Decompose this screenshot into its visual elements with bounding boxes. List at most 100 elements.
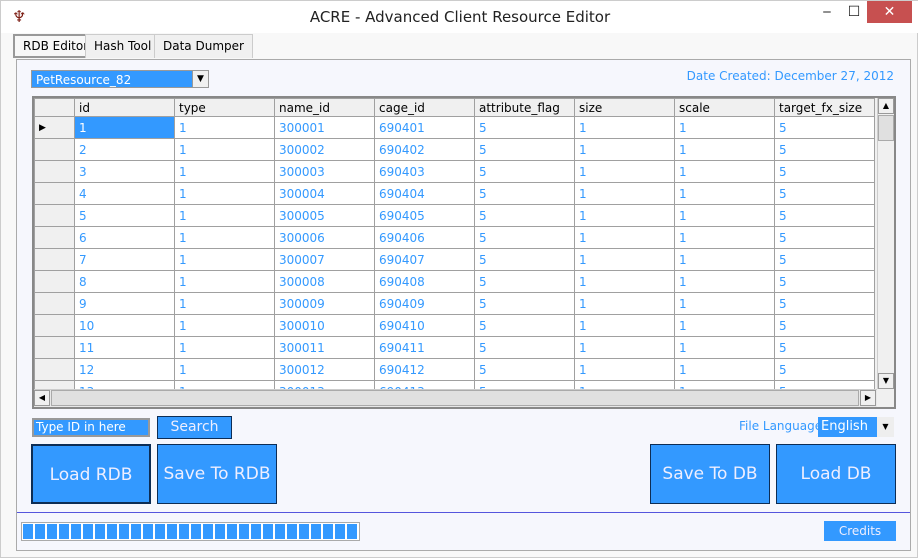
grid-cell[interactable]: 5	[474, 226, 575, 249]
save-to-rdb-button[interactable]: Save To RDB	[157, 444, 277, 504]
grid-cell[interactable]: 690408	[374, 270, 475, 293]
grid-cell[interactable]: 1	[174, 336, 275, 359]
row-header[interactable]	[34, 226, 75, 249]
grid-cell[interactable]: 690404	[374, 182, 475, 205]
grid-cell[interactable]: 1	[174, 226, 275, 249]
column-header-target-fx-size[interactable]: target_fx_size	[774, 98, 875, 117]
grid-cell[interactable]: 7	[74, 248, 175, 271]
table-row[interactable]: 2 1 300002 690402 5 1 1 5	[34, 138, 875, 161]
row-header[interactable]	[34, 314, 75, 337]
table-row[interactable]: 11 1 300011 690411 5 1 1 5	[34, 336, 875, 359]
grid-cell[interactable]: 2	[74, 138, 175, 161]
maximize-button[interactable]: ☐	[843, 1, 865, 23]
grid-cell[interactable]: 5	[774, 204, 875, 227]
grid-cell[interactable]: 690412	[374, 358, 475, 381]
column-header-type[interactable]: type	[174, 98, 275, 117]
table-row[interactable]: 3 1 300003 690403 5 1 1 5	[34, 160, 875, 183]
grid-cell[interactable]: 300002	[274, 138, 375, 161]
grid-cell[interactable]: 5	[474, 270, 575, 293]
row-header[interactable]	[34, 138, 75, 161]
grid-cell[interactable]: 690403	[374, 160, 475, 183]
scroll-up-icon[interactable]: ▲	[878, 98, 894, 114]
grid-cell[interactable]: 6	[74, 226, 175, 249]
grid-cell[interactable]: 5	[774, 270, 875, 293]
grid-cell[interactable]: 5	[774, 138, 875, 161]
grid-cell[interactable]: 1	[674, 248, 775, 271]
resource-select[interactable]: PetResource_82 ▼	[31, 70, 209, 88]
column-header-cage-id[interactable]: cage_id	[374, 98, 475, 117]
grid-cell[interactable]: 5	[774, 116, 875, 139]
grid-cell[interactable]: 300007	[274, 248, 375, 271]
grid-cell[interactable]: 5	[474, 116, 575, 139]
row-header[interactable]	[34, 182, 75, 205]
grid-cell[interactable]: 300011	[274, 336, 375, 359]
row-header[interactable]	[34, 270, 75, 293]
grid-cell[interactable]: 300005	[274, 204, 375, 227]
table-row[interactable]: 4 1 300004 690404 5 1 1 5	[34, 182, 875, 205]
scroll-left-icon[interactable]: ◀	[34, 390, 50, 406]
grid-cell[interactable]: 300003	[274, 160, 375, 183]
grid-cell[interactable]: 300012	[274, 358, 375, 381]
grid-cell[interactable]: 1	[674, 116, 775, 139]
grid-cell[interactable]: 1	[674, 292, 775, 315]
row-header[interactable]	[34, 336, 75, 359]
vertical-scrollbar[interactable]: ▲ ▼	[877, 98, 894, 389]
grid-cell[interactable]: 5	[474, 248, 575, 271]
grid-cell[interactable]: 690409	[374, 292, 475, 315]
grid-cell[interactable]: 1	[174, 314, 275, 337]
row-header[interactable]	[34, 248, 75, 271]
grid-cell[interactable]: 690405	[374, 204, 475, 227]
grid-cell[interactable]: 5	[74, 204, 175, 227]
grid-cell[interactable]: 1	[174, 182, 275, 205]
row-header[interactable]	[34, 292, 75, 315]
column-header-id[interactable]: id	[74, 98, 175, 117]
grid-cell[interactable]: 1	[174, 270, 275, 293]
table-row[interactable]: 9 1 300009 690409 5 1 1 5	[34, 292, 875, 315]
grid-cell[interactable]: 5	[474, 336, 575, 359]
grid-cell[interactable]: 5	[474, 314, 575, 337]
grid-cell[interactable]: 300006	[274, 226, 375, 249]
credits-button[interactable]: Credits	[824, 521, 896, 541]
grid-cell[interactable]: 5	[774, 292, 875, 315]
row-header[interactable]	[34, 204, 75, 227]
table-row[interactable]: 5 1 300005 690405 5 1 1 5	[34, 204, 875, 227]
grid-cell[interactable]: 1	[674, 160, 775, 183]
grid-cell[interactable]: 3	[74, 160, 175, 183]
search-button[interactable]: Search	[157, 416, 232, 439]
row-header[interactable]	[34, 358, 75, 381]
id-search-input[interactable]: Type ID in here	[32, 418, 150, 437]
grid-cell[interactable]: 1	[174, 204, 275, 227]
column-header-attribute-flag[interactable]: attribute_flag	[474, 98, 575, 117]
grid-cell[interactable]: 690411	[374, 336, 475, 359]
grid-cell[interactable]: 690406	[374, 226, 475, 249]
grid-cell[interactable]: 5	[774, 314, 875, 337]
grid-cell[interactable]: 5	[774, 248, 875, 271]
horizontal-scroll-thumb[interactable]	[51, 390, 859, 406]
grid-cell[interactable]: 1	[174, 116, 275, 139]
table-row[interactable]: 6 1 300006 690406 5 1 1 5	[34, 226, 875, 249]
grid-cell[interactable]: 1	[674, 204, 775, 227]
grid-cell[interactable]: 12	[74, 358, 175, 381]
grid-cell[interactable]: 1	[174, 138, 275, 161]
grid-cell[interactable]: 1	[174, 160, 275, 183]
table-row[interactable]: 10 1 300010 690410 5 1 1 5	[34, 314, 875, 337]
grid-cell[interactable]: 1	[574, 116, 675, 139]
grid-cell[interactable]: 690407	[374, 248, 475, 271]
table-row[interactable]: 12 1 300012 690412 5 1 1 5	[34, 358, 875, 381]
grid-cell[interactable]: 300008	[274, 270, 375, 293]
minimize-button[interactable]: ‒	[817, 1, 837, 23]
load-db-button[interactable]: Load DB	[776, 444, 896, 504]
column-header-name-id[interactable]: name_id	[274, 98, 375, 117]
grid-cell[interactable]: 1	[674, 226, 775, 249]
grid-cell[interactable]: 5	[774, 336, 875, 359]
grid-cell[interactable]: 10	[74, 314, 175, 337]
grid-cell[interactable]: 300004	[274, 182, 375, 205]
grid-cell[interactable]: 5	[474, 204, 575, 227]
save-to-db-button[interactable]: Save To DB	[650, 444, 770, 504]
grid-cell[interactable]: 1	[574, 270, 675, 293]
table-row[interactable]: 7 1 300007 690407 5 1 1 5	[34, 248, 875, 271]
grid-cell[interactable]: 5	[474, 182, 575, 205]
tab-hash-tool[interactable]: Hash Tool	[85, 34, 161, 58]
grid-cell[interactable]: 1	[674, 336, 775, 359]
column-header-size[interactable]: size	[574, 98, 675, 117]
